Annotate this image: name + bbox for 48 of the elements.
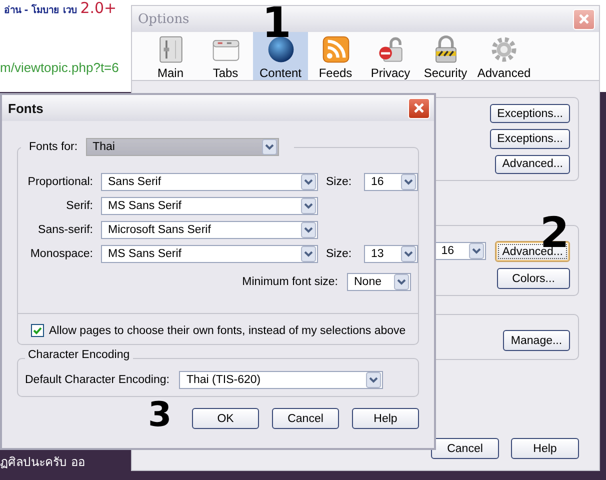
font-dropdown[interactable]: MS Sans Serif (101, 245, 318, 263)
page-footer-text: ฏศิลปนะครับ ออ (0, 454, 85, 471)
dialog-button[interactable]: OK (192, 408, 259, 429)
page-headline: อ่าน - โมบาย เวบ (4, 5, 77, 16)
annotation-number: 3 (148, 398, 172, 432)
close-button[interactable] (408, 98, 430, 118)
size-dropdown[interactable]: 16 (434, 242, 486, 260)
font-dropdown[interactable]: Sans Serif (101, 173, 318, 191)
field-label: Minimum font size: (242, 276, 338, 288)
dialog-button[interactable]: Help (511, 438, 579, 459)
toolbar-tab[interactable]: Main (143, 32, 198, 80)
dialog-button[interactable]: Cancel (431, 438, 499, 459)
field-label: Sans-serif: (37, 224, 93, 236)
encoding-dropdown[interactable]: Thai (TIS-620) (179, 371, 384, 389)
group-title: Character Encoding (25, 349, 133, 361)
checkbox[interactable] (31, 324, 44, 337)
window-title: Options (138, 12, 190, 26)
field-label: Size: (326, 176, 353, 188)
dialog-button[interactable]: Exceptions... (490, 129, 570, 149)
close-icon (412, 101, 426, 115)
field-label: Monospace: (29, 248, 93, 260)
toolbar-tab[interactable]: Advanced (473, 32, 535, 80)
field-label: Size: (326, 248, 353, 260)
field-label: Fonts for: (29, 141, 78, 153)
field-label: Default Character Encoding: (25, 374, 170, 386)
toolbar-tab[interactable]: Security (418, 32, 473, 80)
size-dropdown[interactable]: None (347, 273, 411, 291)
dialog-button[interactable]: Colors... (497, 268, 570, 289)
dialog-button[interactable]: Exceptions... (490, 104, 570, 124)
page-headline-version: 2.0+ (80, 0, 117, 17)
toolbar-tab[interactable]: Tabs (198, 32, 253, 80)
close-icon (577, 12, 591, 26)
dialog-button[interactable]: Cancel (272, 408, 339, 429)
dialog-title: Fonts (8, 100, 44, 116)
dialog-button[interactable]: Manage... (503, 330, 570, 351)
checkbox-label: Allow pages to choose their own fonts, instead of my selections above (49, 324, 406, 336)
size-dropdown[interactable]: 16 (364, 173, 418, 191)
field-label: Serif: (65, 200, 93, 212)
dialog-button[interactable]: Advanced... (495, 154, 570, 174)
toolbar-tab[interactable]: Privacy (363, 32, 418, 80)
font-dropdown[interactable]: Microsoft Sans Serif (101, 221, 318, 239)
field-label: Proportional: (26, 176, 93, 188)
language-dropdown[interactable]: Thai (86, 138, 279, 156)
dialog-button[interactable]: Help (352, 408, 419, 429)
toolbar-tab[interactable]: Feeds (308, 32, 363, 80)
size-dropdown[interactable]: 13 (364, 245, 418, 263)
font-dropdown[interactable]: MS Sans Serif (101, 197, 318, 215)
page-link[interactable]: m/viewtopic.php?t=6 (0, 60, 119, 75)
